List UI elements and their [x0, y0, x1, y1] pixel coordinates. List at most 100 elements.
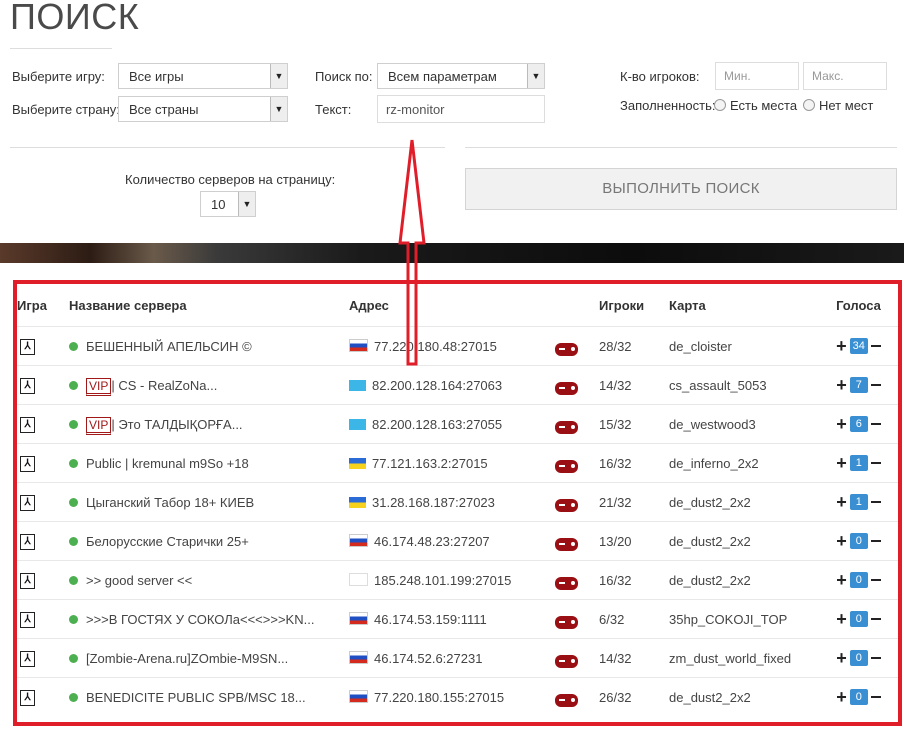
- table-row[interactable]: ⅄ VIP | Это ТАЛДЫҚОРҒА... 82.200.128.163:…: [17, 404, 898, 444]
- minus-icon[interactable]: [870, 579, 881, 581]
- minus-icon[interactable]: [870, 657, 881, 659]
- cs-icon[interactable]: ⅄: [20, 378, 35, 394]
- gamepad-icon[interactable]: [555, 615, 578, 629]
- table-row[interactable]: ⅄ >>>В ГОСТЯХ У СОКОЛа<<<>>>KN... 46.174…: [17, 599, 898, 639]
- server-name[interactable]: Public | kremunal m9So +18: [86, 456, 249, 471]
- server-name[interactable]: >> good server <<: [86, 573, 192, 588]
- col-name[interactable]: Название сервера: [69, 284, 349, 327]
- table-row[interactable]: ⅄ BENEDICITE PUBLIC SPB/MSC 18... 77.220…: [17, 677, 898, 716]
- chevron-down-icon[interactable]: ▼: [270, 97, 287, 121]
- minus-icon[interactable]: [870, 501, 881, 503]
- server-name[interactable]: Цыганский Табор 18+ КИЕВ: [86, 495, 254, 510]
- server-name[interactable]: BENEDICITE PUBLIC SPB/MSC 18...: [86, 690, 306, 705]
- col-players[interactable]: Игроки: [599, 284, 669, 327]
- chevron-down-icon[interactable]: ▼: [527, 64, 544, 88]
- chevron-down-icon[interactable]: ▼: [238, 192, 255, 216]
- gamepad-icon[interactable]: [555, 498, 578, 512]
- cs-icon[interactable]: ⅄: [20, 690, 35, 706]
- cs-icon[interactable]: ⅄: [20, 417, 35, 433]
- gamepad-icon[interactable]: [555, 693, 578, 707]
- cs-icon[interactable]: ⅄: [20, 612, 35, 628]
- col-map[interactable]: Карта: [669, 284, 819, 327]
- per-page-select[interactable]: 10 ▼: [200, 191, 256, 217]
- server-name[interactable]: [Zombie-Arena.ru]ZOmbie-M9SN...: [86, 651, 288, 666]
- cs-icon[interactable]: ⅄: [20, 534, 35, 550]
- plus-icon[interactable]: +: [836, 609, 847, 629]
- server-address[interactable]: 31.28.168.187:27023: [372, 495, 495, 510]
- players-cell: 16/32: [599, 560, 669, 600]
- plus-icon[interactable]: +: [836, 375, 847, 395]
- fill-option-free[interactable]: Есть места: [714, 98, 797, 113]
- text-search-input[interactable]: rz-monitor: [377, 95, 545, 123]
- vote-count: 0: [849, 533, 868, 549]
- gamepad-icon[interactable]: [555, 420, 578, 434]
- col-address[interactable]: Адрес: [349, 284, 599, 327]
- server-address[interactable]: 77.121.163.2:27015: [372, 456, 488, 471]
- minus-icon[interactable]: [870, 618, 881, 620]
- flag-icon: [349, 338, 368, 352]
- minus-icon[interactable]: [870, 540, 881, 542]
- minus-icon[interactable]: [870, 462, 881, 464]
- server-address[interactable]: 77.220.180.48:27015: [374, 339, 497, 354]
- country-select[interactable]: Все страны ▼: [118, 96, 288, 122]
- plus-icon[interactable]: +: [836, 336, 847, 356]
- table-row[interactable]: ⅄ Public | kremunal m9So +18 77.121.163.…: [17, 443, 898, 483]
- chevron-down-icon[interactable]: ▼: [270, 64, 287, 88]
- table-row[interactable]: ⅄ >> good server << 185.248.101.199:2701…: [17, 560, 898, 600]
- name-cell: Белорусские Старички 25+: [69, 521, 349, 561]
- server-name[interactable]: БЕШЕННЫЙ АПЕЛЬСИН ©: [86, 339, 252, 354]
- fill-option-full[interactable]: Нет мест: [803, 98, 873, 113]
- server-name[interactable]: | Это ТАЛДЫҚОРҒА...: [111, 417, 242, 432]
- plus-icon[interactable]: +: [836, 687, 847, 707]
- table-row[interactable]: ⅄ VIP | CS - RealZoNa... 82.200.128.164:2…: [17, 365, 898, 405]
- gamepad-icon[interactable]: [555, 537, 578, 551]
- gamepad-icon[interactable]: [555, 576, 578, 590]
- cs-icon[interactable]: ⅄: [20, 651, 35, 667]
- plus-icon[interactable]: +: [836, 570, 847, 590]
- gamepad-icon[interactable]: [555, 381, 578, 395]
- table-row[interactable]: ⅄ Белорусские Старички 25+ 46.174.48.23:…: [17, 521, 898, 561]
- search-button[interactable]: ВЫПОЛНИТЬ ПОИСК: [465, 168, 897, 210]
- server-name[interactable]: Белорусские Старички 25+: [86, 534, 249, 549]
- gamepad-icon[interactable]: [555, 342, 578, 356]
- gamepad-icon[interactable]: [555, 654, 578, 668]
- col-votes[interactable]: Голоса: [819, 284, 898, 327]
- server-address[interactable]: 82.200.128.163:27055: [372, 417, 502, 432]
- server-address[interactable]: 185.248.101.199:27015: [374, 573, 511, 588]
- map-cell: zm_dust_world_fixed: [669, 638, 819, 678]
- minus-icon[interactable]: [870, 696, 881, 698]
- table-row[interactable]: ⅄ БЕШЕННЫЙ АПЕЛЬСИН © 77.220.180.48:2701…: [17, 326, 898, 366]
- minus-icon[interactable]: [870, 423, 881, 425]
- radio-icon[interactable]: [714, 99, 726, 111]
- server-address[interactable]: 82.200.128.164:27063: [372, 378, 502, 393]
- flag-icon: [349, 418, 366, 430]
- max-players-input[interactable]: Макс.: [803, 62, 887, 90]
- server-address[interactable]: 46.174.48.23:27207: [374, 534, 490, 549]
- cs-icon[interactable]: ⅄: [20, 495, 35, 511]
- plus-icon[interactable]: +: [836, 531, 847, 551]
- server-address[interactable]: 46.174.53.159:1111: [374, 612, 487, 627]
- server-address[interactable]: 46.174.52.6:27231: [374, 651, 482, 666]
- plus-icon[interactable]: +: [836, 414, 847, 434]
- min-players-input[interactable]: Мин.: [715, 62, 799, 90]
- server-name[interactable]: >>>В ГОСТЯХ У СОКОЛа<<<>>>KN...: [86, 612, 314, 627]
- cs-icon[interactable]: ⅄: [20, 456, 35, 472]
- plus-icon[interactable]: +: [836, 648, 847, 668]
- gamepad-icon[interactable]: [555, 459, 578, 473]
- server-address[interactable]: 77.220.180.155:27015: [374, 690, 504, 705]
- plus-icon[interactable]: +: [836, 453, 847, 473]
- cs-icon[interactable]: ⅄: [20, 339, 35, 355]
- minus-icon[interactable]: [870, 345, 881, 347]
- minus-icon[interactable]: [870, 384, 881, 386]
- search-by-select[interactable]: Всем параметрам ▼: [377, 63, 545, 89]
- table-row[interactable]: ⅄ Цыганский Табор 18+ КИЕВ 31.28.168.187…: [17, 482, 898, 522]
- cs-icon[interactable]: ⅄: [20, 573, 35, 589]
- game-select[interactable]: Все игры ▼: [118, 63, 288, 89]
- plus-icon[interactable]: +: [836, 492, 847, 512]
- search-by-select-value: Всем параметрам: [388, 69, 497, 84]
- online-status-icon: [69, 653, 78, 663]
- radio-icon[interactable]: [803, 99, 815, 111]
- server-name[interactable]: | CS - RealZoNa...: [111, 378, 217, 393]
- table-row[interactable]: ⅄ [Zombie-Arena.ru]ZOmbie-M9SN... 46.174…: [17, 638, 898, 678]
- country-label: Выберите страну:: [12, 102, 120, 117]
